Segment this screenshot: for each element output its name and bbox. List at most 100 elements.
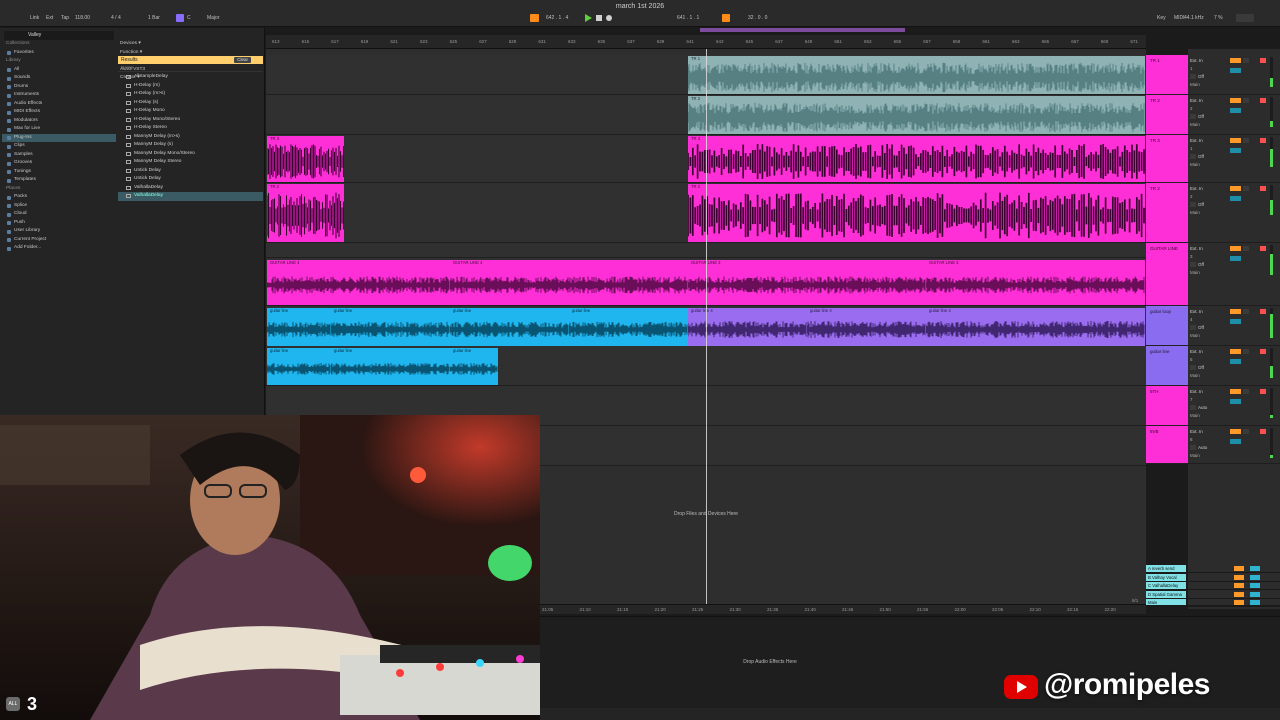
return-track[interactable]: B Valhay Vocal	[1146, 573, 1280, 582]
audio-clip[interactable]: guitar line	[331, 308, 450, 346]
sidebar-item[interactable]: Plug-Ins	[2, 133, 116, 142]
return-activator-button[interactable]	[1234, 566, 1244, 571]
sidebar-item[interactable]: Drums	[2, 83, 116, 92]
beat-ruler[interactable]: 613 615 617 619 621 623 625 627 629 631 633 635 637 6…	[266, 35, 1146, 49]
track-name[interactable]: guitar line	[1150, 349, 1170, 354]
output-menu[interactable]: Main	[1190, 413, 1200, 418]
arm-button[interactable]	[1260, 389, 1266, 394]
return-name[interactable]: D Spatial Gamma	[1146, 590, 1186, 598]
output-menu[interactable]: Main	[1190, 82, 1200, 87]
return-volume-field[interactable]	[1250, 574, 1260, 580]
output-menu[interactable]: Main	[1190, 270, 1200, 275]
volume-field[interactable]	[1230, 148, 1241, 153]
result-item[interactable]: H-Delay (s)	[118, 99, 263, 108]
audio-clip[interactable]: TR 2	[688, 96, 1145, 134]
sidebar-item[interactable]: Audio Effects	[2, 100, 116, 109]
sidebar-item[interactable]: Add Folder...	[2, 244, 116, 253]
track-header[interactable]: TR 1	[1146, 55, 1188, 95]
sidebar-item[interactable]: MIDI Effects	[2, 108, 116, 117]
monitor-mode[interactable]: Off	[1198, 74, 1204, 79]
result-item[interactable]: H-Delay Mono	[118, 107, 263, 116]
return-activator-button[interactable]	[1234, 574, 1244, 580]
loop-start-field[interactable]: 641 . 1 . 1	[677, 15, 699, 22]
track-name[interactable]: GUITAR LINE	[1150, 246, 1178, 251]
sidebar-item[interactable]: Cloud	[2, 210, 116, 219]
input-type-menu[interactable]: Ext. In	[1190, 246, 1203, 251]
return-volume-field[interactable]	[1250, 566, 1260, 571]
track-activator-button[interactable]	[1230, 349, 1241, 354]
input-channel-menu[interactable]: 3	[1190, 254, 1193, 259]
result-item[interactable]: MannyM Delay Stereo	[118, 158, 263, 167]
monitor-in-button[interactable]	[1190, 202, 1196, 207]
key-root-menu[interactable]: C	[187, 15, 191, 22]
input-type-menu[interactable]: Ext. In	[1190, 309, 1203, 314]
sidebar-item[interactable]: Instruments	[2, 91, 116, 100]
sidebar-item[interactable]: Clips	[2, 142, 116, 151]
monitor-in-button[interactable]	[1190, 365, 1196, 370]
sidebar-item[interactable]: Current Project	[2, 236, 116, 245]
audio-clip[interactable]: guitar line 4	[926, 308, 1145, 346]
audio-clip[interactable]: TR 3	[267, 136, 344, 182]
result-item[interactable]: AllSampleDelay	[118, 73, 263, 82]
record-icon[interactable]	[606, 15, 612, 21]
solo-button[interactable]	[1243, 58, 1249, 63]
solo-button[interactable]	[1243, 138, 1249, 143]
solo-button[interactable]	[1243, 389, 1249, 394]
loop-brace[interactable]	[700, 28, 905, 32]
input-channel-menu[interactable]: 1	[1190, 146, 1193, 151]
return-activator-button[interactable]	[1234, 591, 1244, 597]
track-name[interactable]: 6TH	[1150, 389, 1159, 394]
loop-toggle[interactable]	[722, 14, 730, 22]
sidebar-item[interactable]: Library	[2, 57, 116, 66]
monitor-in-button[interactable]	[1190, 405, 1196, 410]
output-menu[interactable]: Main	[1190, 453, 1200, 458]
volume-field[interactable]	[1230, 319, 1241, 324]
filter-item[interactable]: Devices ▾	[118, 40, 263, 49]
result-item[interactable]: H-Delay Mono/Stereo	[118, 116, 263, 125]
result-item[interactable]: Untick Delay	[118, 167, 263, 176]
audio-clip[interactable]: guitar line	[450, 348, 498, 385]
playhead[interactable]	[706, 49, 707, 607]
audio-clip[interactable]: guitar line	[267, 348, 331, 385]
arm-button[interactable]	[1260, 349, 1266, 354]
output-menu[interactable]: Main	[1190, 162, 1200, 167]
return-volume-field[interactable]	[1250, 591, 1260, 597]
return-track[interactable]: C ValhallaDelay	[1146, 582, 1280, 590]
arm-button[interactable]	[1260, 309, 1266, 314]
tempo-field[interactable]: 118.00	[75, 15, 90, 22]
arm-button[interactable]	[1260, 138, 1266, 143]
solo-button[interactable]	[1243, 246, 1249, 251]
track-name[interactable]: TR 1	[1150, 58, 1160, 63]
name-column-header[interactable]: Name	[118, 65, 263, 72]
track-header[interactable]: guitar line	[1146, 346, 1188, 386]
volume-field[interactable]	[1230, 108, 1241, 113]
monitor-mode[interactable]: Off	[1198, 202, 1204, 207]
midi-map-button[interactable]: MIDI	[1174, 15, 1185, 22]
return-volume-field[interactable]	[1250, 583, 1260, 588]
stop-icon[interactable]	[596, 15, 602, 21]
ext-sync-button[interactable]: Ext	[46, 15, 53, 22]
track-header[interactable]: 8VB	[1146, 426, 1188, 464]
track-header[interactable]: 6TH	[1146, 386, 1188, 426]
solo-button[interactable]	[1243, 98, 1249, 103]
audio-clip[interactable]: GUITAR LINE 4	[450, 260, 688, 305]
solo-button[interactable]	[1243, 309, 1249, 314]
track-name[interactable]: TR 2	[1150, 98, 1160, 103]
input-channel-menu[interactable]: 4	[1190, 317, 1193, 322]
track-name[interactable]: TR 2	[1150, 186, 1160, 191]
input-type-menu[interactable]: Ext. In	[1190, 389, 1203, 394]
result-item[interactable]: H-Delay Stereo	[118, 124, 263, 133]
track-name[interactable]: TR 3	[1150, 138, 1160, 143]
sidebar-item[interactable]: Grooves	[2, 159, 116, 168]
input-channel-menu[interactable]: 2	[1190, 194, 1193, 199]
result-item[interactable]: MannyM Delay (s)	[118, 141, 263, 150]
arm-button[interactable]	[1260, 98, 1266, 103]
result-item[interactable]: H-Delay (m>s)	[118, 90, 263, 99]
monitor-in-button[interactable]	[1190, 74, 1196, 79]
browser-search[interactable]: Valley	[4, 31, 114, 40]
sidebar-item[interactable]: Collections	[2, 40, 116, 49]
input-type-menu[interactable]: Ext. In	[1190, 138, 1203, 143]
arm-button[interactable]	[1260, 246, 1266, 251]
result-item[interactable]: MannyM Delay (m>s)	[118, 133, 263, 142]
audio-clip[interactable]: TR 1	[688, 56, 1145, 94]
